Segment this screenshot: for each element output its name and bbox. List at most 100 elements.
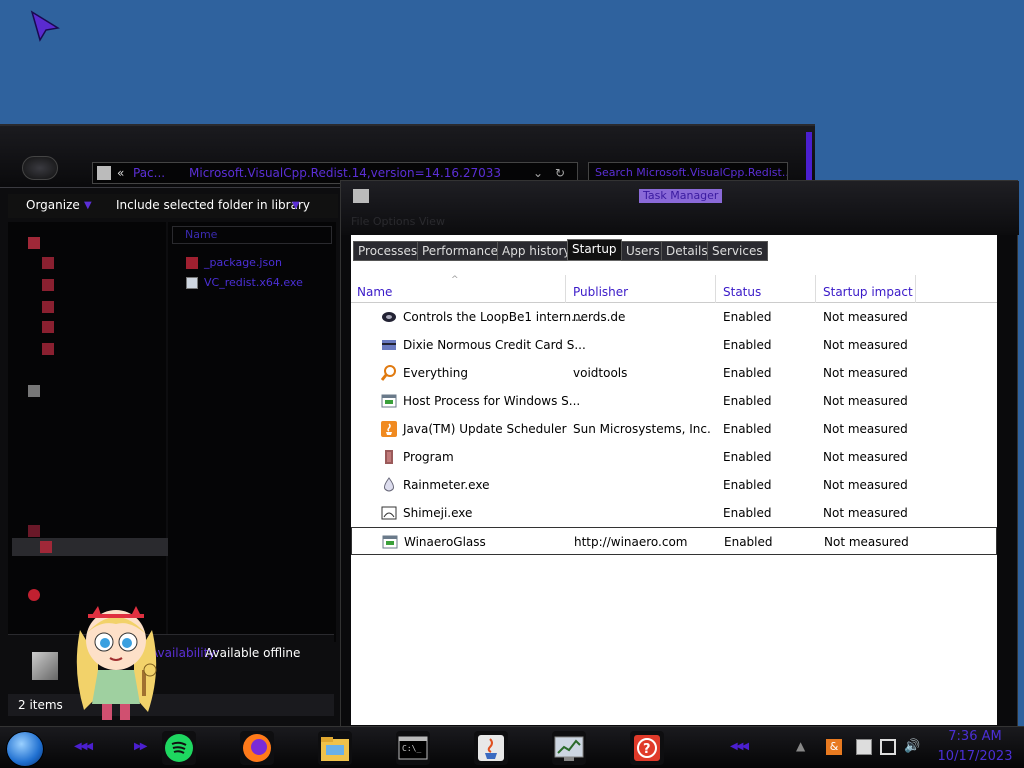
cell-status: Enabled <box>723 310 772 324</box>
tab-performance[interactable]: Performance <box>417 241 504 261</box>
action-center-icon[interactable] <box>856 739 872 755</box>
cell-startup-impact: Not measured <box>823 310 908 324</box>
nav-item[interactable] <box>28 588 46 604</box>
tab-users[interactable]: Users <box>621 241 665 261</box>
drive-icon <box>40 541 52 553</box>
nav-item[interactable] <box>42 342 60 358</box>
cell-status: Enabled <box>723 506 772 520</box>
folder-icon <box>97 166 111 180</box>
tab-app-history[interactable]: App history <box>497 241 576 261</box>
column-header-publisher[interactable]: Publisher <box>573 285 628 299</box>
network-icon[interactable] <box>880 739 896 755</box>
nav-item-selected[interactable] <box>12 538 168 556</box>
tray-app-icon[interactable]: & <box>826 739 842 755</box>
organize-button[interactable]: Organize <box>26 198 80 212</box>
cell-publisher: http://winaero.com <box>574 535 688 549</box>
cell-status: Enabled <box>723 338 772 352</box>
column-separator[interactable] <box>815 275 816 303</box>
tab-services[interactable]: Services <box>707 241 768 261</box>
window-edge-accent <box>806 132 812 186</box>
nav-item[interactable] <box>42 256 60 272</box>
cell-publisher: Sun Microsystems, Inc. <box>573 422 711 436</box>
menu-bar[interactable]: File Options View <box>351 215 445 229</box>
navigation-pane <box>8 222 168 642</box>
window-icon <box>382 534 398 550</box>
column-separator[interactable] <box>915 275 916 303</box>
table-row[interactable]: Host Process for Windows S... Enabled Not … <box>351 387 997 415</box>
homegroup-icon <box>28 385 40 397</box>
cell-name: Rainmeter.exe <box>403 478 490 492</box>
cell-name: Shimeji.exe <box>403 506 473 520</box>
character-sticker-icon <box>76 606 157 720</box>
file-thumbnail-icon <box>32 652 58 680</box>
column-header-startup-impact[interactable]: Startup impact <box>823 285 913 299</box>
tab-processes[interactable]: Processes <box>353 241 423 261</box>
nav-item[interactable] <box>42 320 60 336</box>
firefox-button[interactable] <box>240 731 274 765</box>
cell-name: Everything <box>403 366 468 380</box>
spotify-button[interactable] <box>162 731 196 765</box>
nav-item[interactable] <box>28 384 46 400</box>
show-hidden-icons-icon[interactable]: ▲ <box>796 739 812 755</box>
cell-startup-impact: Not measured <box>823 366 908 380</box>
table-row[interactable]: Rainmeter.exe Enabled Not measured <box>351 471 997 499</box>
network-icon <box>28 589 40 601</box>
column-separator[interactable] <box>715 275 716 303</box>
cell-name: Host Process for Windows S... <box>403 394 581 408</box>
include-in-library-button[interactable]: Include selected folder in library <box>116 198 310 212</box>
cell-startup-impact: Not measured <box>824 535 909 549</box>
window-title: Task Manager <box>639 189 723 203</box>
decorative-chevron-icon: ◀◀◀ <box>74 741 93 752</box>
table-row[interactable]: Java(TM) Update Scheduler Sun Microsystem… <box>351 415 997 443</box>
table-row[interactable]: Shimeji.exe Enabled Not measured <box>351 499 997 527</box>
tab-startup[interactable]: Startup <box>567 239 622 261</box>
cell-name: Controls the LoopBe1 intern... <box>403 310 583 324</box>
chevron-down-icon: ▼ <box>292 200 300 211</box>
command-prompt-button[interactable]: C:\_ <box>396 731 430 765</box>
volume-icon[interactable]: 🔊 <box>904 739 920 755</box>
program-icon <box>381 449 397 465</box>
cell-publisher: voidtools <box>573 366 628 380</box>
window-icon <box>381 393 397 409</box>
explorer-titlebar: « Pac... Microsoft.VisualCpp.Redist.14,v… <box>0 126 815 188</box>
table-row[interactable]: Controls the LoopBe1 intern... nerds.de En… <box>351 303 997 331</box>
folder-icon <box>321 737 349 761</box>
back-button[interactable] <box>22 156 58 180</box>
credit-card-icon <box>381 337 397 353</box>
droplet-icon <box>381 477 397 493</box>
desktop-cursor-icon <box>30 10 60 42</box>
address-segment[interactable]: Pac... <box>133 163 165 183</box>
table-row[interactable]: Dixie Normous Credit Card S... Enabled Not… <box>351 331 997 359</box>
status-bar: 2 items <box>8 694 334 716</box>
task-manager-icon <box>353 189 369 203</box>
cell-name: Java(TM) Update Scheduler <box>403 422 567 436</box>
help-button[interactable]: ? <box>630 731 664 765</box>
file-explorer-button[interactable] <box>318 731 352 765</box>
explorer-toolbar: Organize ▼ Include selected folder in li… <box>8 194 338 218</box>
table-row[interactable]: Program Enabled Not measured <box>351 443 997 471</box>
java-icon <box>381 421 397 437</box>
task-manager-button[interactable] <box>552 731 586 765</box>
table-row[interactable]: WinaeroGlass http://winaero.com Enabled Not… <box>351 527 997 555</box>
nav-item[interactable] <box>42 278 60 294</box>
column-header-name[interactable]: Name <box>357 285 392 299</box>
java-icon <box>478 735 504 761</box>
start-button[interactable] <box>6 731 44 767</box>
taskbar: ◀◀◀ ▶▶ C:\_ ? ◀◀◀ ▲ & 🔊 7:36 AM 10/17/20… <box>0 726 1024 768</box>
file-item[interactable]: _package.json <box>186 256 282 269</box>
nav-item[interactable] <box>42 300 60 316</box>
java-button[interactable] <box>474 731 508 765</box>
column-header-name[interactable]: Name <box>172 226 332 244</box>
nav-item[interactable] <box>28 236 46 252</box>
table-row[interactable]: Everything voidtools Enabled Not measured <box>351 359 997 387</box>
help-icon: ? <box>634 735 660 761</box>
file-item[interactable]: VC_redist.x64.exe <box>186 276 303 289</box>
column-separator[interactable] <box>565 275 566 303</box>
clock-time: 7:36 AM <box>948 729 1002 744</box>
address-chevron[interactable]: « <box>117 163 124 183</box>
tab-details[interactable]: Details <box>661 241 713 261</box>
clock[interactable]: 7:36 AM 10/17/2023 <box>930 727 1020 767</box>
task-manager-window: Task Manager File Options View Processes… <box>340 180 1019 730</box>
column-header-status[interactable]: Status <box>723 285 761 299</box>
cell-status: Enabled <box>723 394 772 408</box>
